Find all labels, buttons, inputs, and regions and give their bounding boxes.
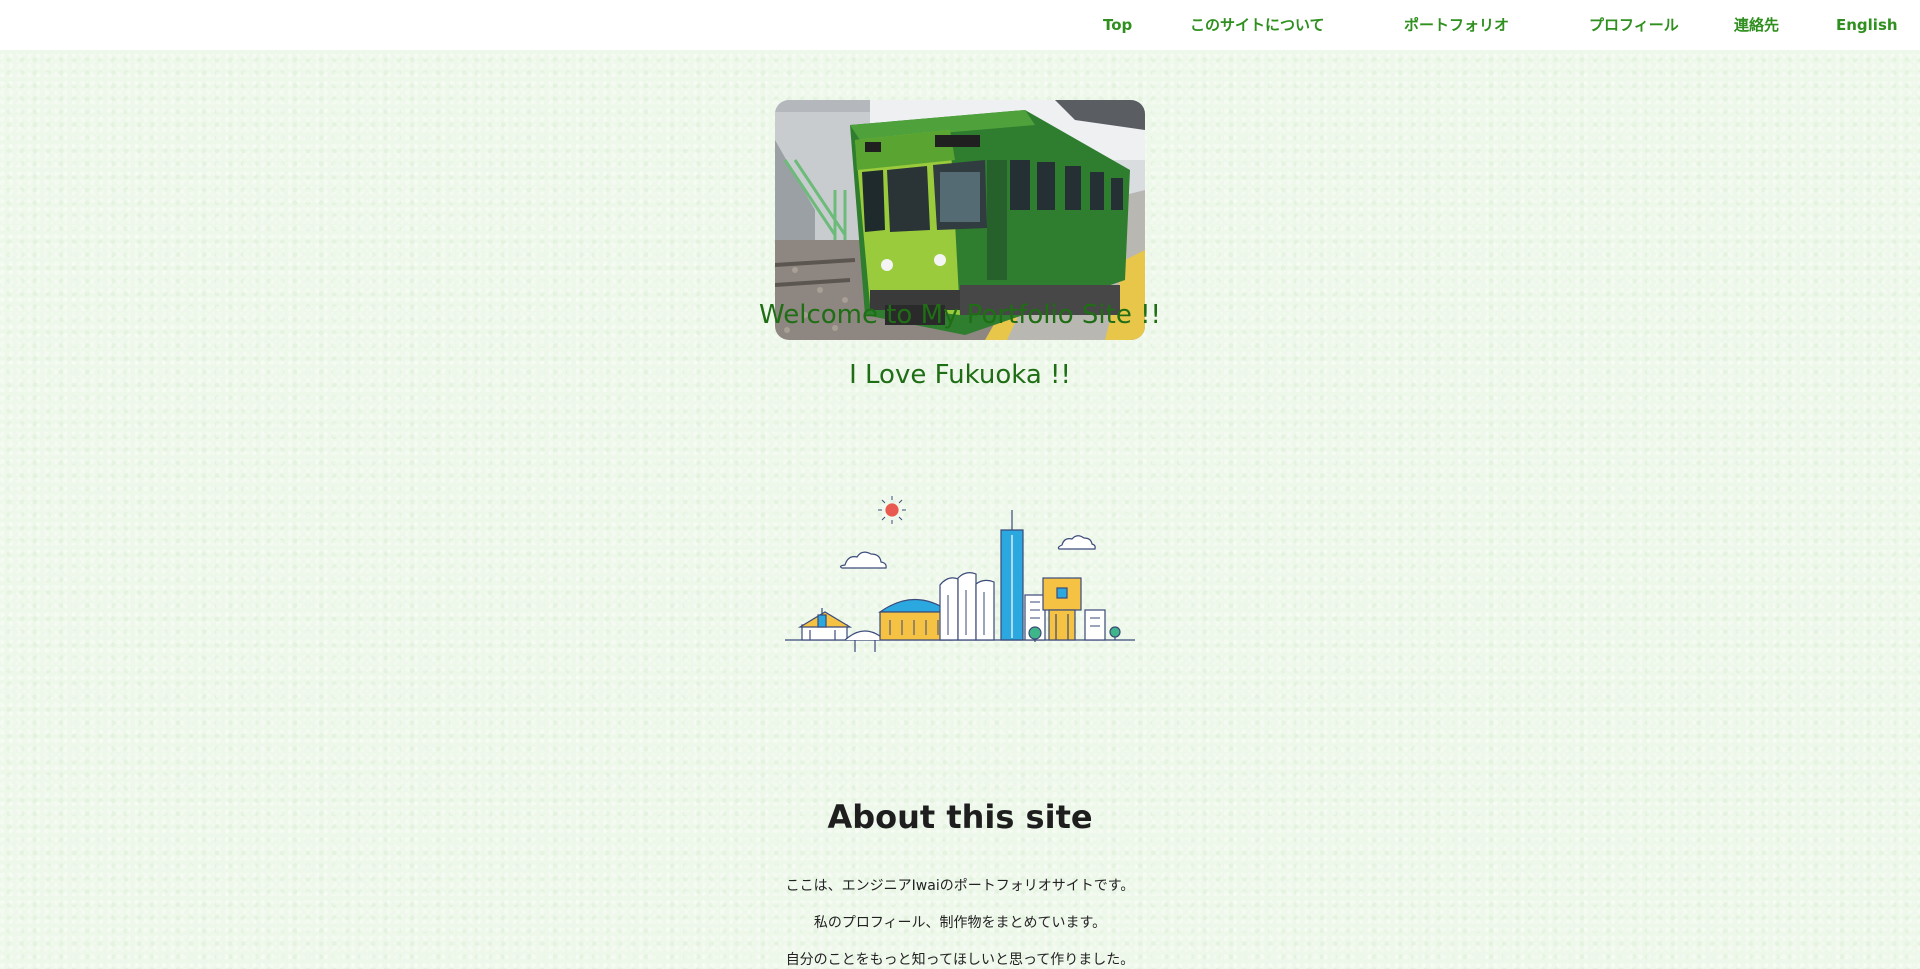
nav-link-portfolio[interactable]: ポートフォリオ	[1404, 0, 1509, 50]
nav-link-english[interactable]: English	[1836, 0, 1898, 50]
sun-icon	[878, 496, 906, 524]
welcome-heading: Welcome to My Portfolio Site !!	[759, 300, 1161, 330]
fukuoka-skyline-illustration	[780, 490, 1140, 660]
top-navigation-bar: Top このサイトについて ポートフォリオ プロフィール 連絡先 English	[0, 0, 1920, 50]
love-fukuoka-heading: I Love Fukuoka !!	[849, 360, 1071, 390]
nav-link-profile[interactable]: プロフィール	[1589, 0, 1679, 50]
nav-link-contact[interactable]: 連絡先	[1734, 0, 1779, 50]
main-content: Welcome to My Portfolio Site !! I Love F…	[0, 50, 1920, 968]
about-section-title: About this site	[827, 798, 1093, 836]
about-text-line-3: 自分のことをもっと知ってほしいと思って作りました。	[785, 952, 1135, 968]
about-text-line-1: ここは、エンジニアIwaiのポートフォリオサイトです。	[785, 878, 1135, 894]
nav-link-top[interactable]: Top	[1103, 0, 1132, 50]
nav-link-about-site[interactable]: このサイトについて	[1190, 0, 1325, 50]
about-text-line-2: 私のプロフィール、制作物をまとめています。	[813, 915, 1107, 931]
